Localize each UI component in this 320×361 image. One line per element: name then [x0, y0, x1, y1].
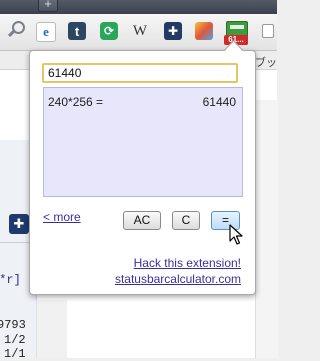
clear-button[interactable]: C [172, 211, 200, 230]
code-line: f*r] [0, 273, 21, 287]
calculator-icon[interactable]: 61... [224, 21, 248, 45]
tab-strip: + [0, 0, 277, 14]
more-link[interactable]: < more [43, 210, 81, 224]
ie-tab-icon[interactable]: e [36, 22, 56, 42]
history-row[interactable]: 240*256 = 61440 [48, 95, 236, 111]
page-scroll-area [255, 100, 278, 358]
puzzle-icon[interactable]: ✚ [164, 22, 182, 40]
wikipedia-icon[interactable]: W [131, 22, 149, 40]
history-panel: 240*256 = 61440 [43, 87, 243, 197]
mouse-cursor-icon [229, 224, 243, 245]
all-clear-button[interactable]: AC [123, 211, 161, 230]
sync-icon[interactable]: ⟳ [100, 22, 118, 40]
bookmark-item[interactable]: ブッ [255, 54, 277, 70]
hack-extension-link[interactable]: Hack this extension! [134, 256, 241, 270]
extension-menu-icon[interactable] [262, 24, 274, 38]
photo-icon[interactable] [195, 22, 213, 40]
new-tab-button[interactable]: + [38, 0, 58, 12]
code-line: 1/2 [4, 333, 26, 347]
puzzle-icon[interactable]: ✚ [9, 214, 29, 234]
history-expression: 240*256 = [48, 95, 104, 109]
code-line: 9793 [0, 318, 26, 332]
code-line: 1/1 [4, 347, 26, 361]
tumblr-icon[interactable]: t [68, 22, 86, 40]
website-link[interactable]: statusbarcalculator.com [115, 272, 241, 286]
history-result: 61440 [202, 95, 236, 109]
page-column [36, 300, 67, 358]
expression-input[interactable] [42, 63, 238, 83]
search-icon[interactable] [6, 21, 25, 39]
